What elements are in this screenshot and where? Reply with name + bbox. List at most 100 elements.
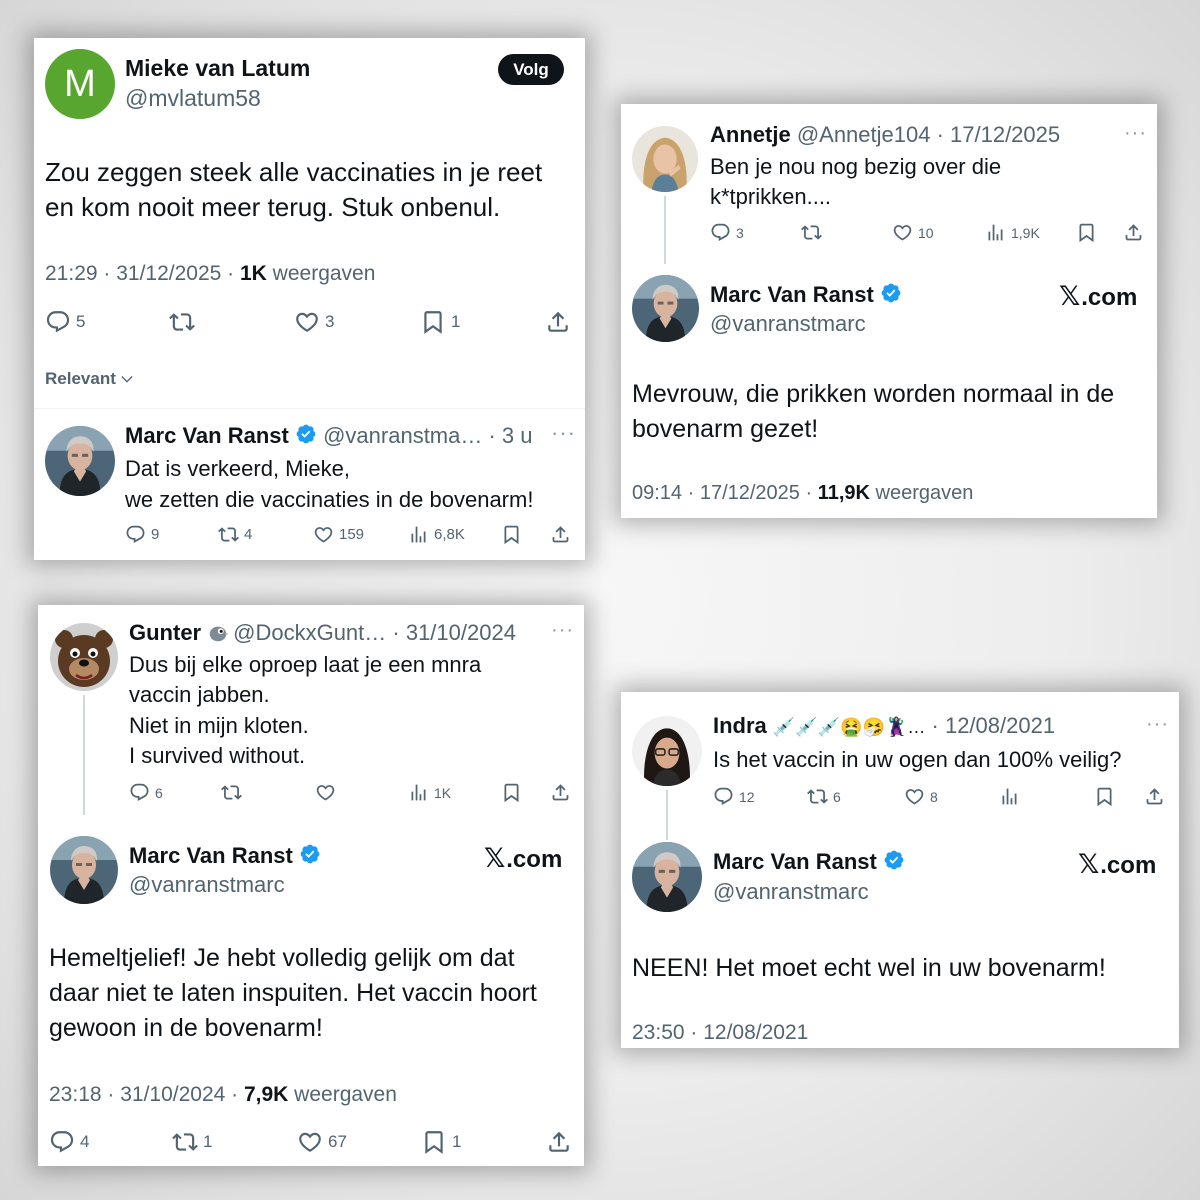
bookmark-count: 1 (451, 312, 461, 331)
repost-icon (172, 1129, 198, 1155)
verified-badge-icon (883, 849, 905, 871)
bookmark-action[interactable]: 1 (420, 309, 460, 335)
like-action[interactable]: 67 (297, 1129, 347, 1155)
reply-action[interactable]: 9 (125, 524, 159, 545)
repost-action[interactable]: 4 (218, 524, 252, 545)
author-handle[interactable]: @mvlatum58 (125, 85, 261, 112)
share-action[interactable] (546, 1129, 572, 1155)
tweet-text: Zou zeggen steek alle vaccinaties in je … (45, 155, 542, 225)
avatar[interactable] (632, 275, 699, 342)
author-name[interactable]: Marc Van Ranst (125, 423, 289, 448)
tweet-time: 21:29 · 31/12/2025 · (45, 262, 240, 285)
reply-count: 9 (151, 526, 160, 543)
reply-action[interactable]: 6 (129, 782, 163, 803)
reply-icon (713, 786, 734, 807)
views-action[interactable]: 1,9K (985, 222, 1040, 243)
handle-time[interactable]: @vanranstma… · 3 u (323, 423, 532, 448)
verified-badge-icon (295, 423, 317, 445)
avatar[interactable] (45, 426, 115, 496)
bookmark-action[interactable] (501, 782, 522, 803)
tweet-text: Dat is verkeerd, Mieke, we zetten die va… (125, 453, 533, 515)
reply-action[interactable]: 12 (713, 786, 755, 807)
x-logo-icon: 𝕏 (1059, 281, 1081, 311)
share-action[interactable] (1144, 786, 1165, 807)
bookmark-action[interactable] (1076, 222, 1097, 243)
author-name[interactable]: Marc Van Ranst (129, 843, 293, 868)
author-name-row: Marc Van Ranst (713, 849, 905, 875)
views-action[interactable]: 6,8K (408, 524, 465, 545)
like-action[interactable]: 159 (313, 524, 364, 545)
site-label: .com (1100, 852, 1157, 879)
chevron-down-icon (119, 371, 135, 387)
author-name[interactable]: Mieke van Latum (125, 55, 310, 82)
author-name[interactable]: Gunter (129, 620, 201, 646)
reply-action[interactable]: 4 (49, 1129, 89, 1155)
repost-action[interactable]: 1 (172, 1129, 212, 1155)
share-icon (1144, 786, 1165, 807)
handle-time[interactable]: @Annetje104 · 17/12/2025 (797, 122, 1060, 147)
tweet-timestamp[interactable]: 23:18 · 31/10/2024 · 7,9K weergaven (49, 1083, 397, 1107)
tweet-timestamp[interactable]: 23:50 · 12/08/2021 (632, 1021, 808, 1045)
handle-time[interactable]: @DockxGunt… · 31/10/2024 (233, 620, 516, 646)
x-logo: 𝕏 .com (1078, 849, 1156, 880)
site-label: .com (506, 846, 563, 873)
views-action[interactable]: 1K (408, 782, 451, 803)
avatar[interactable]: M (45, 49, 115, 119)
author-name[interactable]: Marc Van Ranst (710, 282, 874, 307)
tweet-card-indra: Indra 💉💉💉🤮🤧🦹🏻‍♀️… · 12/08/2021 ··· Is he… (621, 692, 1179, 1048)
avatar[interactable] (632, 716, 702, 786)
author-name[interactable]: Indra (713, 713, 767, 738)
repost-action[interactable]: 6 (807, 786, 841, 807)
repost-action[interactable] (169, 309, 200, 335)
bookmark-action[interactable] (501, 524, 522, 545)
like-action[interactable]: 8 (904, 786, 938, 807)
reply-action[interactable]: 5 (45, 309, 85, 335)
bookmark-action[interactable] (1094, 786, 1115, 807)
follow-button[interactable]: Volg (498, 54, 564, 85)
author-handle[interactable]: @vanranstmarc (713, 879, 869, 905)
reply-icon (710, 222, 731, 243)
verified-badge-icon (880, 282, 902, 304)
more-icon[interactable]: ··· (1146, 713, 1169, 736)
avatar[interactable] (50, 836, 118, 904)
tweet-text: Hemeltjelief! Je hebt volledig gelijk om… (49, 941, 537, 1045)
share-action[interactable] (1123, 222, 1144, 243)
thread-line (666, 790, 668, 840)
share-icon (550, 524, 571, 545)
heart-icon (904, 786, 925, 807)
x-logo-icon: 𝕏 (1078, 849, 1100, 879)
like-action[interactable]: 3 (294, 309, 334, 335)
more-icon[interactable]: ··· (551, 420, 576, 446)
heart-icon (313, 524, 334, 545)
like-action[interactable]: 10 (892, 222, 934, 243)
avatar[interactable] (50, 623, 118, 691)
reply-action[interactable]: 3 (710, 222, 744, 243)
parent-header: Gunter @DockxGunt… · 31/10/2024 (129, 620, 516, 646)
tweet-text-line: bovenarm gezet! (632, 415, 819, 443)
author-name[interactable]: Marc Van Ranst (713, 849, 877, 874)
tweet-timestamp[interactable]: 09:14 · 17/12/2025 · 11,9K weergaven (632, 482, 973, 505)
reply-icon (45, 309, 71, 335)
like-action[interactable] (315, 782, 341, 803)
tweet-text-line: vaccin jabben. (129, 682, 270, 708)
handle-time[interactable]: · 12/08/2021 (925, 713, 1056, 738)
repost-action[interactable] (801, 222, 827, 243)
tweet-text-line: NEEN! Het moet echt wel in uw bovenarm! (632, 954, 1106, 982)
share-action[interactable] (550, 524, 571, 545)
author-name[interactable]: Annetje (710, 122, 791, 147)
bookmark-icon (421, 1129, 447, 1155)
avatar[interactable] (632, 126, 698, 192)
bookmark-action[interactable]: 1 (421, 1129, 461, 1155)
share-action[interactable] (550, 782, 571, 803)
author-handle[interactable]: @vanranstmarc (710, 311, 866, 337)
tweet-timestamp[interactable]: 21:29 · 31/12/2025 · 1K weergaven (45, 262, 375, 286)
avatar[interactable] (632, 842, 702, 912)
share-action[interactable] (545, 309, 571, 335)
sort-dropdown[interactable]: Relevant (45, 369, 135, 389)
more-icon[interactable]: ··· (1124, 122, 1147, 145)
more-icon[interactable]: ··· (551, 619, 574, 642)
views-count: 1,9K (1011, 224, 1040, 241)
author-handle[interactable]: @vanranstmarc (129, 872, 285, 898)
views-action[interactable] (999, 786, 1025, 807)
repost-action[interactable] (221, 782, 247, 803)
